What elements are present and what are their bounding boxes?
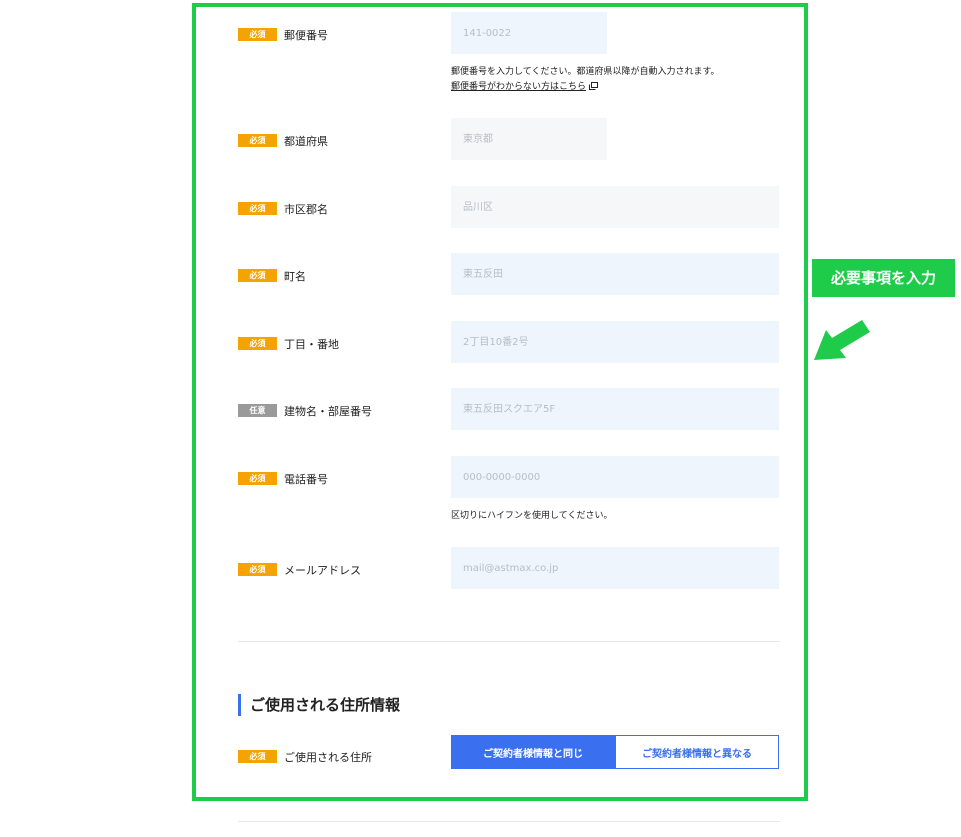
field-label: メールアドレス [284,564,361,577]
city-input[interactable] [451,186,779,228]
optional-badge: 任意 [238,404,277,417]
required-badge: 必須 [238,134,277,147]
prefecture-input[interactable] [451,118,607,160]
bottom-divider [238,821,780,822]
pointing-arrow-icon [814,320,870,360]
field-label: 都道府県 [284,135,328,148]
required-badge: 必須 [238,472,277,485]
field-label: 建物名・部屋番号 [284,405,372,418]
field-label: 電話番号 [284,473,328,486]
field-label: 市区郡名 [284,203,328,216]
postal-code-lookup-link-text: 郵便番号がわからない方はこちら [451,82,587,92]
email-input[interactable] [451,547,779,589]
required-badge: 必須 [238,337,277,350]
postal-code-input[interactable] [451,12,607,54]
required-badge: 必須 [238,750,277,763]
field-label: ご使用される住所 [284,751,372,764]
postal-code-lookup-link[interactable]: 郵便番号がわからない方はこちら [451,79,599,92]
field-label: 郵便番号 [284,29,328,42]
field-label: 丁目・番地 [284,338,339,351]
street-address-input[interactable] [451,321,779,363]
different-from-contractor-button[interactable]: ご契約者様情報と異なる [615,735,779,769]
external-link-icon [589,82,599,90]
required-badge: 必須 [238,563,277,576]
required-badge: 必須 [238,28,277,41]
required-badge: 必須 [238,202,277,215]
postal-code-help: 郵便番号を入力してください。都道府県以降が自動入力されます。 [451,67,720,77]
town-input[interactable] [451,253,779,295]
usage-address-toggle: ご契約者様情報と同じ ご契約者様情報と異なる [451,735,779,769]
building-input[interactable] [451,388,779,430]
phone-help: 区切りにハイフンを使用してください。 [451,511,613,521]
phone-input[interactable] [451,456,779,498]
required-badge: 必須 [238,269,277,282]
same-as-contractor-button[interactable]: ご契約者様情報と同じ [451,735,615,769]
field-label: 町名 [284,270,306,283]
usage-address-section-title: ご使用される住所情報 [238,694,400,716]
section-divider [238,641,780,642]
annotation-callout: 必要事項を入力 [812,259,955,297]
